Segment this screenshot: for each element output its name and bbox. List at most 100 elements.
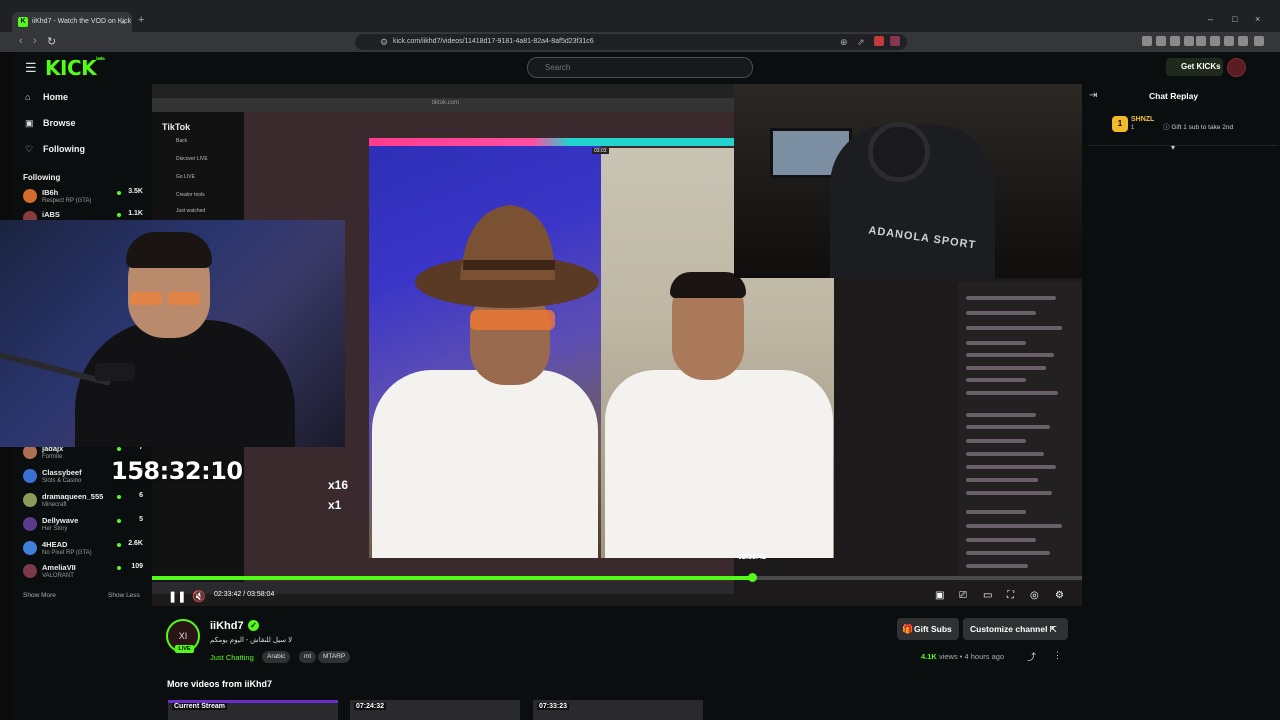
wallet-icon[interactable] <box>1238 36 1248 46</box>
forward-button[interactable]: › <box>33 35 37 47</box>
live-dot-icon <box>117 213 121 217</box>
sidebar-toggle-icon[interactable] <box>1196 36 1206 46</box>
settings-gear-icon[interactable]: ⚙ <box>1055 590 1064 601</box>
sub-gift-text: ⓘ Gift 1 sub to take 2nd <box>1163 121 1233 131</box>
address-bar[interactable]: kick.com/iikhd7/videos/11418d17-9181-4a8… <box>355 34 907 50</box>
share-icon[interactable]: ⤴ <box>1027 650 1036 663</box>
clip-icon[interactable]: ⎚ <box>959 590 967 601</box>
followed-channel-4head[interactable]: 4HEAD No Pixel RP (GTA) 2.6K <box>23 538 143 560</box>
extension-3-icon[interactable] <box>1170 36 1180 46</box>
gift-subs-button[interactable]: 🎁 Gift Subs <box>897 618 959 640</box>
channel-category: No Pixel RP (GTA) <box>42 550 92 556</box>
seek-bar-handle[interactable] <box>747 573 757 582</box>
pause-icon[interactable]: ❚❚ <box>168 590 186 603</box>
channel-name: iABS <box>42 210 60 219</box>
kick-logo[interactable]: KICKbeta <box>45 56 105 80</box>
streamer-glasses <box>130 292 200 306</box>
browser-menu-icon[interactable] <box>1254 36 1264 46</box>
viewer-count: 6 <box>139 492 143 499</box>
live-badge: LIVE <box>175 645 194 653</box>
thumbnail-label: Current Stream <box>172 703 227 710</box>
menu-icon[interactable]: ☰ <box>25 60 37 76</box>
extension-6-icon[interactable] <box>1224 36 1234 46</box>
extension-1-icon[interactable] <box>1142 36 1152 46</box>
logo-beta: beta <box>96 56 105 61</box>
extension-brave-icon[interactable] <box>874 36 884 46</box>
customize-channel-button[interactable]: Customize channel ⇱ <box>963 618 1068 640</box>
video-inner-toolbar: tiktok.com <box>152 98 734 112</box>
channel-avatar <box>23 189 37 203</box>
sidebar-item-home[interactable]: Home <box>43 92 68 102</box>
get-kicks-button[interactable]: Get KICKs <box>1166 58 1223 76</box>
stream-uptime-overlay: 158:32:10 <box>111 457 243 485</box>
sidebar-item-following[interactable]: Following <box>43 144 85 154</box>
show-more-button[interactable]: Show More <box>23 592 56 599</box>
extension-4-icon[interactable] <box>1184 36 1194 46</box>
tiktok-logo: TikTok <box>162 122 191 132</box>
fullscreen-icon[interactable]: ⛶ <box>1007 590 1014 601</box>
reload-button[interactable]: ↻ <box>47 35 56 48</box>
embedded-chat-line <box>966 391 1058 395</box>
embedded-chat-line <box>966 296 1056 300</box>
sidebar-item-browse[interactable]: Browse <box>43 118 76 128</box>
video-thumbnail[interactable]: 07:33:23 <box>533 700 703 720</box>
tab-close-icon[interactable]: × <box>121 12 126 32</box>
viewer-count: 5 <box>139 516 143 523</box>
view-count: 4.1K views • 4 hours ago <box>921 652 1005 661</box>
extension-2-icon[interactable] <box>1156 36 1166 46</box>
more-options-icon[interactable]: ⋮ <box>1053 650 1062 661</box>
search-input[interactable] <box>527 57 753 78</box>
tiktok-menu-item: Go LIVE <box>176 174 195 180</box>
microphone-arm-icon <box>0 352 135 385</box>
collapse-chat-icon[interactable]: ⇥ <box>1089 90 1097 101</box>
embedded-chat-line <box>966 366 1046 370</box>
close-window-button[interactable]: × <box>1255 14 1260 24</box>
video-thumbnail[interactable]: 07:24:32 <box>350 700 520 720</box>
embedded-chat-line <box>966 564 1028 568</box>
chevron-down-icon[interactable]: ▾ <box>1171 143 1175 152</box>
tag-mt[interactable]: mt <box>299 651 317 663</box>
maximize-button[interactable]: □ <box>1232 14 1237 24</box>
external-link-icon: ⇱ <box>1049 625 1057 634</box>
thumbnail-duration: 07:33:23 <box>537 703 570 710</box>
tab-title: iiKhd7 - Watch the VOD on Kick <box>32 18 131 25</box>
pip-icon[interactable]: ▣ <box>935 590 944 601</box>
user-avatar[interactable] <box>1227 58 1246 77</box>
back-button[interactable]: ‹ <box>19 35 23 47</box>
theater-mode-icon[interactable]: ▭ <box>983 590 992 601</box>
channel-category: Fortnite <box>42 454 63 460</box>
gift-icon: 🎁 <box>902 624 914 634</box>
followed-channel-ameliavii[interactable]: AmeliaVII VALORANT 109 <box>23 561 143 583</box>
gift-count: x16 <box>328 478 349 492</box>
pk-timer: 03:03 <box>592 148 609 154</box>
followed-channel-dramaqueen[interactable]: dramaqueen_555 Minecraft 6 <box>23 490 143 512</box>
tiktok-menu-item: Discover LIVE <box>176 156 208 162</box>
minimize-button[interactable]: – <box>1208 14 1213 24</box>
extension-triangle-icon[interactable] <box>890 36 900 46</box>
playback-speed-icon[interactable]: ◎ <box>1030 590 1039 601</box>
channel-avatar <box>23 517 37 531</box>
zoom-icon[interactable]: ⊕ <box>840 34 848 50</box>
channel-name: AmeliaVII <box>42 563 76 572</box>
channel-name[interactable]: iiKhd7 <box>210 620 244 632</box>
extension-5-icon[interactable] <box>1210 36 1220 46</box>
category-link[interactable]: Just Chatting <box>210 653 254 662</box>
mute-icon[interactable]: 🔇 <box>192 590 206 603</box>
show-less-button[interactable]: Show Less <box>108 592 140 599</box>
sub-rank-icon: 1 <box>1112 116 1128 132</box>
video-thumbnail[interactable]: Current Stream <box>168 700 338 720</box>
tag-mtarp[interactable]: MTARP <box>318 651 351 663</box>
new-tab-button[interactable]: + <box>138 14 144 26</box>
more-videos-title: More videos from iiKhd7 <box>167 679 273 689</box>
followed-channel-dellywave[interactable]: Dellywave Her Story 5 <box>23 514 143 536</box>
embedded-chat-line <box>966 378 1026 382</box>
verified-check-icon: ✓ <box>248 620 259 631</box>
tag-arabic[interactable]: Arabic <box>262 651 291 663</box>
site-info-icon[interactable]: ⚙ <box>380 34 388 50</box>
channel-category: Her Story <box>42 526 68 532</box>
share-page-icon[interactable]: ⇗ <box>857 34 865 50</box>
browser-tab[interactable]: K iiKhd7 - Watch the VOD on Kick × <box>12 12 132 32</box>
person-right-shirt <box>605 370 833 558</box>
followed-channel-ib6h[interactable]: IB6h Respect RP (GTA) 3.5K <box>23 186 143 208</box>
channel-avatar <box>23 541 37 555</box>
